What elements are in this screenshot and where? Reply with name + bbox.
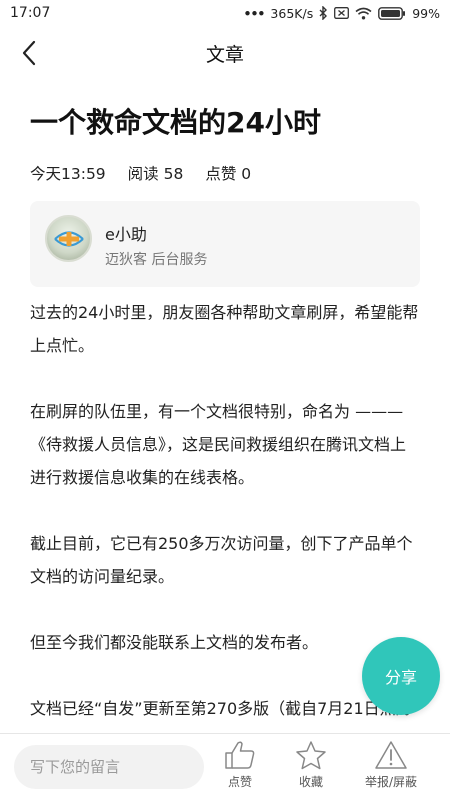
article-header: 一个救命文档的24小时 今天13:59 阅读 58 点赞 0	[30, 100, 422, 184]
sim-icon	[334, 7, 350, 19]
article-meta: 今天13:59 阅读 58 点赞 0	[30, 162, 422, 184]
author-name: e小助	[105, 225, 147, 244]
report-button[interactable]: 举报/屏蔽	[359, 740, 423, 796]
paragraph: 但至今我们都没能联系上文档的发布者。	[30, 633, 319, 652]
author-org: 迈狄客 后台服务	[105, 252, 208, 268]
favorite-label: 收藏	[298, 775, 323, 789]
report-label: 举报/屏蔽	[364, 775, 418, 789]
comment-input[interactable]	[14, 745, 204, 789]
article-title: 一个救命文档的24小时	[30, 106, 321, 139]
article-body: 过去的24小时里，朋友圈各种帮助文章刷屏，希望能帮上点忙。 在刷屏的队伍里，有一…	[30, 296, 420, 800]
like-count: 点赞 0	[205, 165, 252, 183]
paragraph: 过去的24小时里，朋友圈各种帮助文章刷屏，希望能帮上点忙。	[30, 303, 419, 355]
bluetooth-icon	[319, 6, 328, 20]
warning-icon	[375, 741, 407, 769]
battery-icon	[378, 6, 406, 20]
star-icon	[296, 741, 326, 770]
back-button[interactable]	[12, 36, 46, 70]
battery-percent: 99%	[412, 5, 440, 21]
status-indicators: ••• 365K/s 99%	[243, 6, 440, 21]
notification-dots: •••	[243, 5, 265, 21]
bottom-bar: 点赞 收藏 举报/屏蔽	[0, 733, 450, 800]
paragraph: 在刷屏的队伍里，有一个文档很特别，命名为 ———《待救援人员信息》，这是民间救援…	[30, 402, 407, 487]
like-button[interactable]: 点赞	[208, 740, 272, 796]
share-label: 分享	[384, 668, 417, 687]
avatar	[45, 215, 92, 262]
status-time: 17:07	[10, 5, 51, 21]
chevron-left-icon	[22, 40, 36, 66]
thumbs-up-icon	[225, 741, 255, 769]
wifi-icon	[355, 7, 372, 20]
paragraph: 截止目前，它已有250多万次访问量，创下了产品单个文档的访问量纪录。	[30, 534, 413, 586]
author-card[interactable]: e小助 迈狄客 后台服务	[30, 201, 420, 287]
publish-date: 今天13:59	[30, 165, 106, 183]
share-button[interactable]: 分享	[362, 637, 440, 715]
favorite-button[interactable]: 收藏	[279, 740, 343, 796]
network-speed: 365K/s	[270, 5, 314, 21]
like-label: 点赞	[227, 775, 252, 789]
nav-bar: 文章	[0, 28, 450, 78]
status-bar: 17:07 ••• 365K/s 99%	[0, 0, 450, 26]
avatar-logo-icon	[53, 230, 84, 247]
page-title: 文章	[205, 43, 244, 66]
read-count: 阅读 58	[127, 165, 184, 183]
